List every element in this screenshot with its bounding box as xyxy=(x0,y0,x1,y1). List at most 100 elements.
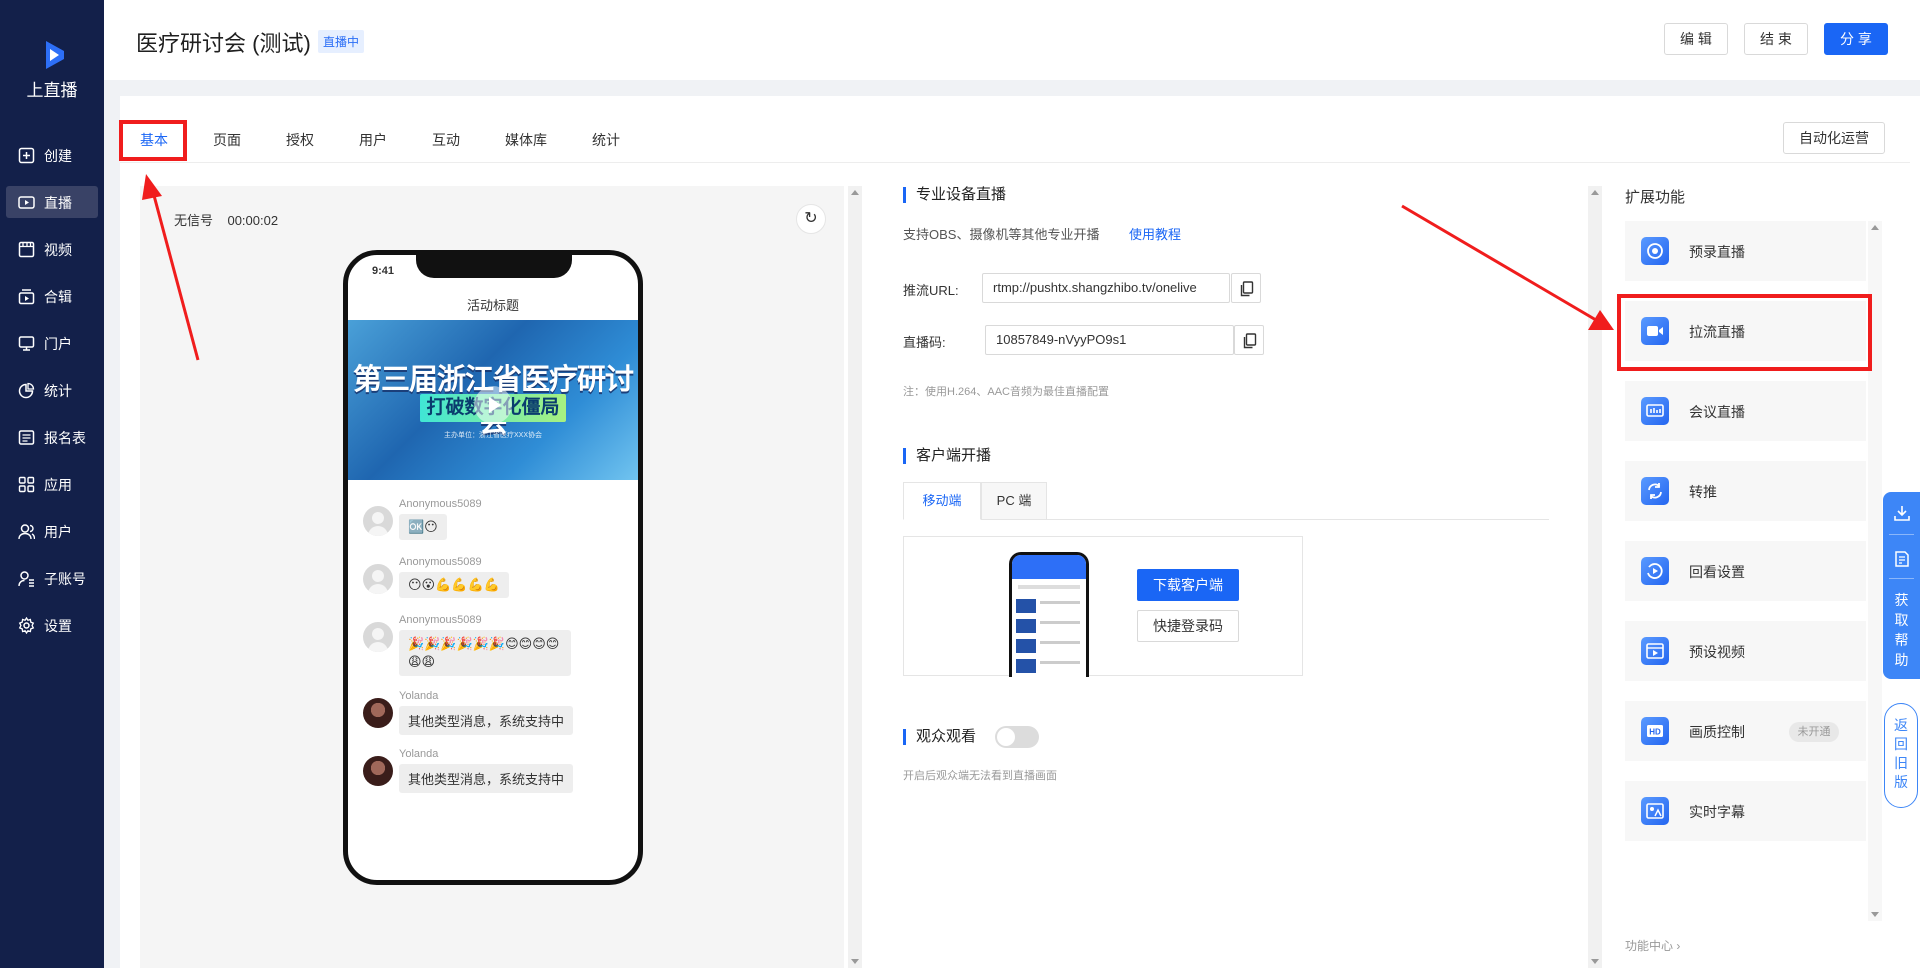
audience-toggle[interactable] xyxy=(995,726,1039,748)
sidebar-item-live[interactable]: 直播 xyxy=(6,186,98,218)
tab-stats[interactable]: 统计 xyxy=(592,130,620,150)
ext-preset-video[interactable]: 预设视频 xyxy=(1625,621,1866,681)
sidebar-item-create[interactable]: 创建 xyxy=(6,139,98,171)
copy-push-url-button[interactable] xyxy=(1231,273,1261,303)
ext-quality-control[interactable]: HD 画质控制 未开通 xyxy=(1625,701,1866,761)
scroll-up-arrow-icon[interactable] xyxy=(851,190,859,195)
sidebar-item-collection[interactable]: 合辑 xyxy=(6,280,98,312)
ext-label: 实时字幕 xyxy=(1689,804,1745,820)
sidebar-item-apps[interactable]: 应用 xyxy=(6,468,98,500)
sidebar-item-sub-accounts[interactable]: 子账号 xyxy=(6,562,98,594)
status-badge: 直播中 xyxy=(318,30,365,53)
chat-username: Anonymous5089 xyxy=(399,556,482,568)
share-button[interactable]: 分 享 xyxy=(1824,23,1888,55)
scroll-down-arrow-icon[interactable] xyxy=(851,959,859,964)
subtitle-icon xyxy=(1646,803,1664,819)
ext-replay-settings[interactable]: 回看设置 xyxy=(1625,541,1866,601)
document-edit-icon[interactable] xyxy=(1893,550,1911,568)
pro-device-description: 支持OBS、摄像机等其他专业开播 xyxy=(903,227,1100,242)
end-button[interactable]: 结 束 xyxy=(1744,23,1808,55)
sidebar-item-label: 用户 xyxy=(44,524,72,540)
not-enabled-badge: 未开通 xyxy=(1789,722,1839,742)
pie-chart-icon xyxy=(18,382,35,399)
audience-title: 观众观看 xyxy=(903,729,976,745)
audience-description: 开启后观众端无法看到直播画面 xyxy=(903,770,1057,782)
ext-label: 会议直播 xyxy=(1689,404,1745,420)
edit-button[interactable]: 编 辑 xyxy=(1664,23,1728,55)
ext-pre-record-live[interactable]: 预录直播 xyxy=(1625,221,1866,281)
relay-icon xyxy=(1648,483,1662,499)
hd-icon: HD xyxy=(1647,725,1663,737)
tab-media-library[interactable]: 媒体库 xyxy=(505,130,547,150)
client-tab-divider xyxy=(1047,519,1549,520)
tab-mobile[interactable]: 移动端 xyxy=(903,482,981,520)
download-icon[interactable] xyxy=(1893,504,1911,522)
replay-icon xyxy=(1647,563,1663,579)
sidebar-item-video[interactable]: 视频 xyxy=(6,233,98,265)
pro-device-title: 专业设备直播 xyxy=(903,187,1006,203)
tab-auth[interactable]: 授权 xyxy=(286,130,314,150)
plus-square-icon xyxy=(18,147,35,164)
quick-login-code-button[interactable]: 快捷登录码 xyxy=(1137,610,1239,642)
scroll-down-arrow-icon[interactable] xyxy=(1591,959,1599,964)
sidebar-item-settings[interactable]: 设置 xyxy=(6,609,98,641)
tutorial-link[interactable]: 使用教程 xyxy=(1129,224,1181,243)
form-icon xyxy=(18,430,35,445)
preset-video-icon xyxy=(1646,643,1664,659)
pre-record-icon xyxy=(1647,243,1663,259)
return-old-version-button[interactable]: 返回旧版 xyxy=(1884,703,1918,808)
auto-ops-button[interactable]: 自动化运营 xyxy=(1783,122,1885,154)
get-help-label[interactable]: 获取帮助 xyxy=(1883,590,1920,670)
help-label-text: 获取帮助 xyxy=(1894,592,1909,668)
users-icon xyxy=(18,524,35,540)
chat-bubble: 😶😮💪💪💪💪 xyxy=(399,572,509,598)
stream-code-label: 直播码: xyxy=(903,335,946,350)
copy-stream-code-button[interactable] xyxy=(1234,325,1264,355)
apps-icon xyxy=(18,476,35,493)
scroll-down-arrow-icon[interactable] xyxy=(1871,912,1879,917)
sidebar-item-stats[interactable]: 统计 xyxy=(6,374,98,406)
middle-scrollbar[interactable] xyxy=(1588,186,1602,968)
live-banner: 第三届浙江省医疗研讨会 打破数字化僵局 主办单位：浙江省医疗XXX协会 xyxy=(348,320,638,480)
sidebar-item-label: 直播 xyxy=(44,195,72,211)
floating-help-panel[interactable]: 获取帮助 xyxy=(1883,492,1920,679)
ext-live-subtitles[interactable]: 实时字幕 xyxy=(1625,781,1866,841)
banner-host: 主办单位：浙江省医疗XXX协会 xyxy=(443,432,542,439)
sidebar-item-registration[interactable]: 报名表 xyxy=(6,421,98,453)
sidebar-item-users[interactable]: 用户 xyxy=(6,515,98,547)
brand-logo-icon xyxy=(46,41,64,69)
tab-interaction[interactable]: 互动 xyxy=(432,130,460,150)
signal-text: 无信号 xyxy=(174,213,214,228)
function-center-link[interactable]: 功能中心 › xyxy=(1625,937,1680,954)
tab-page[interactable]: 页面 xyxy=(213,130,241,150)
sidebar-item-label: 设置 xyxy=(44,618,72,634)
chat-username: Anonymous5089 xyxy=(399,614,482,626)
chat-username: Anonymous5089 xyxy=(399,498,482,510)
collection-icon xyxy=(18,289,35,305)
chat-bubble: 🎉🎉🎉🎉🎉🎉😊😊😊😊😩😩 xyxy=(399,630,571,676)
sidebar-item-portal[interactable]: 门户 xyxy=(6,327,98,359)
refresh-button[interactable]: ↻ xyxy=(796,204,826,234)
preview-scrollbar[interactable] xyxy=(848,186,862,968)
sidebar-item-label: 门户 xyxy=(44,336,72,352)
chat-username: Yolanda xyxy=(399,748,439,760)
refresh-icon: ↻ xyxy=(804,210,818,227)
copy-icon xyxy=(1243,333,1257,349)
client-download-box: 下载客户端 快捷登录码 xyxy=(903,536,1303,677)
ext-relay[interactable]: 转推 xyxy=(1625,461,1866,521)
tab-pc[interactable]: PC 端 xyxy=(981,482,1047,520)
tab-users[interactable]: 用户 xyxy=(359,130,387,150)
play-icon[interactable] xyxy=(474,386,512,424)
monitor-icon xyxy=(18,336,35,351)
app-screenshot xyxy=(1009,552,1089,677)
download-client-button[interactable]: 下载客户端 xyxy=(1137,569,1239,601)
activity-title: 活动标题 xyxy=(466,298,519,313)
ext-meeting-live[interactable]: 会议直播 xyxy=(1625,381,1866,441)
scroll-up-arrow-icon[interactable] xyxy=(1871,225,1879,230)
sidebar: 上直播 创建 直播 视频 合辑 门户 统计 报名表 应用 用户 子账号 设置 xyxy=(0,0,104,968)
sidebar-item-label: 子账号 xyxy=(44,571,86,587)
avatar xyxy=(363,564,393,594)
push-url-field[interactable]: rtmp://pushtx.shangzhibo.tv/onelive xyxy=(982,273,1230,303)
scroll-up-arrow-icon[interactable] xyxy=(1591,190,1599,195)
stream-code-field[interactable]: 10857849-nVyyPO9s1 xyxy=(985,325,1234,355)
